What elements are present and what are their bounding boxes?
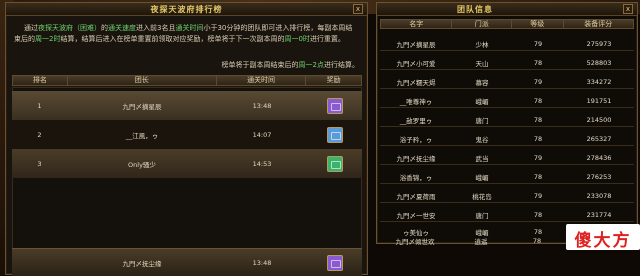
header-rank: 排名	[13, 76, 68, 85]
member-level: 78	[533, 211, 543, 219]
member-level: 79	[533, 40, 543, 48]
member-name: 九門〆糯天烬	[396, 79, 436, 87]
team-table-body: 九門〆摘星辰 少林 79 275973 九門〆小可爱 天山 78 528803 九門〆糯天烬…	[380, 31, 634, 243]
table-row[interactable]: 九門〆糯天烬 慕容 79 334272	[380, 77, 634, 87]
member-school: 唐门	[475, 117, 489, 125]
ranking-panel: 夜探天波府排行榜 x 通过夜探天波府（困难）的通关速度进入前3名且通关时间小于3…	[5, 2, 368, 276]
member-name: 九門〆一世安	[396, 212, 436, 220]
header-leader: 团长	[68, 76, 217, 85]
header-reward: 奖励	[326, 76, 341, 84]
watermark-text: 傻大方	[574, 231, 632, 251]
member-school: 峨嵋	[475, 98, 489, 106]
table-row[interactable]: 九門〆小可爱 天山 78 528803	[380, 58, 634, 68]
member-school: 唐门	[475, 212, 489, 220]
row-time: 14:07	[252, 130, 272, 139]
member-score: 276253	[586, 173, 612, 181]
member-school: 天山	[475, 60, 489, 68]
team-info-title: 团队信息	[377, 3, 637, 16]
header-score: 装备评分	[584, 20, 613, 28]
table-row[interactable]: __唯尊神ゥ 峨嵋 78 191751	[380, 96, 634, 106]
row-leader: 九門〆摘星辰	[122, 102, 162, 111]
table-row[interactable]: __敌罗里ゥ 唐门 78 214500	[380, 115, 634, 125]
row-leader: __江風，ゥ	[125, 131, 159, 140]
member-school: 峨嵋	[475, 174, 489, 182]
table-row[interactable]: 九門〆摘星辰 少林 79 275973	[380, 39, 634, 49]
member-name: 九門〆抚尘缘	[396, 155, 436, 163]
header-time: 通关时间	[217, 76, 307, 85]
member-score: 191751	[586, 97, 612, 105]
member-level: 78	[533, 59, 543, 67]
team-info-panel: 团队信息 x 名字 门派 等级 装备评分 九門〆摘星辰 少林 79 275973 九門…	[376, 2, 638, 244]
team-info-close-button[interactable]: x	[623, 4, 633, 14]
row-rank: 1	[37, 101, 42, 110]
table-row[interactable]: 2 __江風，ゥ 14:07	[12, 120, 362, 149]
member-level: 78	[533, 173, 543, 181]
member-level: 78	[533, 135, 543, 143]
table-row[interactable]: 浴香锦，ゥ 峨嵋 78 276253	[380, 172, 634, 182]
table-row[interactable]: 九門〆夏荷雨 桃花岛 79 233078	[380, 191, 634, 201]
member-school: 桃花岛	[472, 193, 492, 201]
member-score: 214500	[586, 116, 612, 124]
member-name: 浴香锦，ゥ	[399, 174, 433, 182]
member-level: 78	[533, 116, 543, 124]
table-row[interactable]: 九門〆抚尘缘 武当 79 278436	[380, 153, 634, 163]
member-school: 鬼谷	[475, 136, 489, 144]
ranking-title: 夜探天波府排行榜	[6, 3, 367, 16]
member-score: 278436	[586, 154, 612, 162]
row-time: 14:53	[252, 159, 272, 168]
ranking-intro-text: 通过夜探天波府（困难）的通关速度进入前3名且通关时间小于30分钟的团队即可进入排…	[14, 24, 353, 43]
row-time: 13:48	[252, 101, 272, 110]
my-team-row[interactable]: 九門〆抚尘缘 13:48	[12, 248, 362, 276]
reward-chest-icon[interactable]	[326, 254, 343, 271]
member-school: 逍遥	[474, 238, 488, 246]
member-school: 少林	[475, 41, 489, 49]
table-row[interactable]: 浴子矜，ゥ 鬼谷 78 265327	[380, 134, 634, 144]
member-school: 武当	[475, 155, 489, 163]
row-leader: Only骚少	[128, 160, 156, 169]
member-level: 78	[532, 237, 542, 245]
table-row[interactable]: 3 Only骚少 14:53	[12, 149, 362, 178]
member-level: 79	[533, 192, 543, 200]
member-name: 浴子矜，ゥ	[399, 136, 433, 144]
member-name: __敌罗里ゥ	[399, 117, 433, 125]
member-school: 慕容	[475, 79, 489, 87]
table-row[interactable]: 1 九門〆摘星辰 13:48	[12, 91, 362, 120]
row-rank: 3	[37, 159, 42, 168]
header-name: 名字	[381, 20, 453, 28]
ranking-note: 榜单将于副本周结束后的周一2点进行结算。	[221, 61, 359, 69]
reward-chest-icon[interactable]	[326, 155, 343, 172]
member-level: 79	[533, 78, 543, 86]
reward-chest-icon[interactable]	[326, 126, 343, 143]
member-name: __唯尊神ゥ	[399, 98, 433, 106]
header-level: 等级	[512, 20, 564, 28]
member-score: 275973	[586, 40, 612, 48]
row-rank: 2	[37, 130, 42, 139]
my-team-leader: 九門〆抚尘缘	[122, 259, 162, 268]
reward-chest-icon[interactable]	[326, 97, 343, 114]
member-name: 九門〆小可爱	[396, 60, 436, 68]
ranking-close-button[interactable]: x	[353, 4, 363, 14]
member-name: 九門〆摘星辰	[396, 41, 436, 49]
member-level: 78	[533, 97, 543, 105]
member-name: 九門〆倾世欢	[395, 238, 435, 246]
member-score: 265327	[586, 135, 612, 143]
team-table-header: 名字 门派 等级 装备评分	[380, 19, 634, 29]
member-score: 231774	[586, 211, 612, 219]
ranking-table-header: 排名 团长 通关时间 奖励	[12, 75, 362, 86]
header-school: 门派	[452, 20, 512, 28]
member-score: 233078	[586, 192, 612, 200]
member-score: 334272	[586, 78, 612, 86]
table-row[interactable]: 九門〆一世安 唐门 78 231774	[380, 210, 634, 220]
member-score: 528803	[586, 59, 612, 67]
my-team-time: 13:48	[252, 258, 272, 267]
member-name: 九門〆夏荷雨	[396, 193, 436, 201]
member-level: 78	[533, 228, 543, 236]
member-level: 79	[533, 154, 543, 162]
